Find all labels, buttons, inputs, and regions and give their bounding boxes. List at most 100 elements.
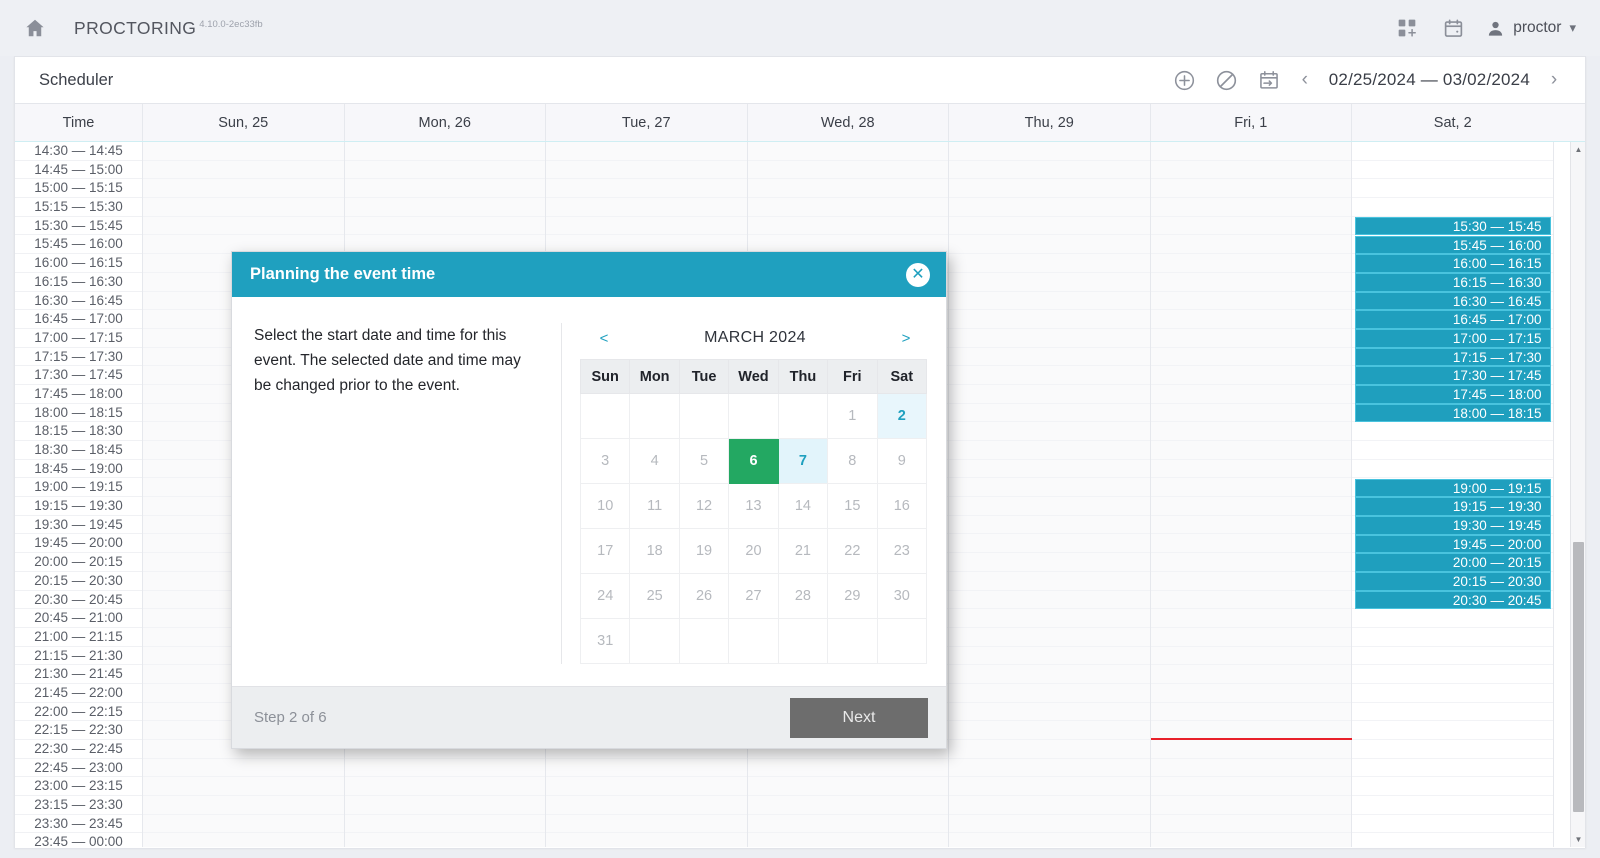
calendar-cell[interactable]: [949, 497, 1150, 516]
calendar-cell[interactable]: [1150, 516, 1351, 535]
calendar-cell[interactable]: [949, 628, 1150, 647]
calendar-cell[interactable]: [1352, 703, 1553, 722]
event-block[interactable]: 17:45 — 18:00: [1355, 385, 1551, 404]
date-cell-4[interactable]: 4: [629, 438, 680, 484]
date-cell-18[interactable]: 18: [629, 528, 680, 574]
calendar-cell[interactable]: [143, 815, 344, 834]
calendar-cell[interactable]: [949, 609, 1150, 628]
event-block[interactable]: 16:30 — 16:45: [1355, 291, 1551, 311]
date-cell-23[interactable]: 23: [876, 528, 928, 574]
date-cell-31[interactable]: 31: [579, 618, 631, 664]
calendar-cell[interactable]: [1352, 161, 1553, 180]
calendar-cell[interactable]: [1352, 721, 1553, 740]
calendar-cell[interactable]: [1150, 441, 1351, 460]
calendar-cell[interactable]: [747, 759, 948, 778]
calendar-cell[interactable]: [1150, 553, 1351, 572]
date-cell-1[interactable]: 1: [827, 393, 878, 439]
calendar-cell[interactable]: [949, 348, 1150, 367]
calendar-cell[interactable]: [1352, 628, 1553, 647]
add-grid-icon[interactable]: [1394, 15, 1420, 41]
calendar-cell[interactable]: [143, 777, 344, 797]
calendar-cell[interactable]: [1352, 759, 1553, 778]
calendar-cell[interactable]: [949, 366, 1150, 385]
calendar-cell[interactable]: [949, 161, 1150, 180]
date-cell-11[interactable]: 11: [629, 483, 680, 529]
date-cell-3[interactable]: 3: [579, 438, 631, 484]
calendar-cell[interactable]: [345, 833, 546, 847]
prev-month-button[interactable]: <: [580, 330, 628, 347]
calendar-cell[interactable]: [748, 833, 949, 847]
calendar-cell[interactable]: [1150, 703, 1351, 722]
calendar-cell[interactable]: [949, 815, 1150, 834]
date-cell-15[interactable]: 15: [827, 483, 878, 529]
date-cell-14[interactable]: 14: [777, 483, 829, 529]
calendar-cell[interactable]: [143, 161, 344, 180]
calendar-cell[interactable]: [1150, 348, 1351, 367]
calendar-cell[interactable]: [546, 161, 747, 180]
date-cell-10[interactable]: 10: [579, 483, 631, 529]
calendar-cell[interactable]: [546, 796, 747, 815]
event-block[interactable]: 15:45 — 16:00: [1355, 235, 1551, 255]
calendar-cell[interactable]: [546, 179, 747, 199]
calendar-cell[interactable]: [747, 796, 948, 815]
calendar-cell[interactable]: [949, 534, 1150, 554]
calendar-cell[interactable]: [949, 460, 1150, 479]
calendar-cell[interactable]: [1150, 740, 1351, 759]
calendar-cell[interactable]: [1150, 796, 1351, 815]
calendar-cell[interactable]: [949, 740, 1150, 759]
calendar-cell[interactable]: [1352, 441, 1553, 460]
calendar-cell[interactable]: [949, 385, 1150, 404]
calendar-icon[interactable]: [1440, 15, 1466, 41]
calendar-cell[interactable]: [143, 759, 344, 778]
event-block[interactable]: 18:00 — 18:15: [1355, 403, 1551, 423]
calendar-cell[interactable]: [747, 815, 948, 834]
calendar-cell[interactable]: [1150, 777, 1351, 797]
calendar-cell[interactable]: [949, 591, 1150, 610]
calendar-cell[interactable]: [1150, 684, 1351, 703]
calendar-cell[interactable]: [546, 777, 747, 797]
user-menu[interactable]: proctor ▾: [1486, 19, 1578, 38]
calendar-cell[interactable]: [949, 441, 1150, 460]
calendar-cell[interactable]: [1150, 292, 1351, 311]
calendar-cell[interactable]: [344, 198, 545, 217]
calendar-cell[interactable]: [344, 217, 545, 236]
date-cell-8[interactable]: 8: [827, 438, 878, 484]
date-cell-16[interactable]: 16: [876, 483, 928, 529]
next-month-button[interactable]: >: [882, 330, 930, 347]
date-cell-9[interactable]: 9: [876, 438, 928, 484]
calendar-cell[interactable]: [143, 142, 344, 161]
date-cell-24[interactable]: 24: [579, 573, 631, 619]
calendar-cell[interactable]: [546, 217, 747, 236]
calendar-cell[interactable]: [1352, 142, 1553, 161]
date-cell-29[interactable]: 29: [827, 573, 878, 619]
calendar-cell[interactable]: [1150, 478, 1351, 498]
event-block[interactable]: 20:15 — 20:30: [1355, 572, 1551, 591]
calendar-cell[interactable]: [546, 815, 747, 834]
calendar-cell[interactable]: [344, 815, 545, 834]
event-block[interactable]: 20:30 — 20:45: [1355, 590, 1551, 610]
calendar-cell[interactable]: [1150, 628, 1351, 647]
calendar-cell[interactable]: [143, 217, 344, 236]
calendar-cell[interactable]: [747, 777, 948, 797]
date-cell-13[interactable]: 13: [728, 483, 779, 529]
calendar-cell[interactable]: [949, 572, 1150, 591]
day-column-fri[interactable]: [1150, 142, 1352, 847]
date-cell-5[interactable]: 5: [678, 438, 730, 484]
event-block[interactable]: 17:00 — 17:15: [1355, 329, 1551, 348]
calendar-cell[interactable]: [1352, 198, 1553, 217]
event-block[interactable]: 19:00 — 19:15: [1355, 478, 1551, 498]
date-cell-2[interactable]: 2: [876, 393, 928, 439]
calendar-cell[interactable]: [344, 161, 545, 180]
calendar-cell[interactable]: [546, 759, 747, 778]
date-cell-28[interactable]: 28: [777, 573, 829, 619]
calendar-cell[interactable]: [949, 422, 1150, 441]
calendar-cell[interactable]: [949, 179, 1150, 199]
calendar-cell[interactable]: [1352, 179, 1553, 199]
calendar-cell[interactable]: [949, 647, 1150, 666]
event-block[interactable]: 17:30 — 17:45: [1355, 366, 1551, 386]
calendar-cell[interactable]: [344, 142, 545, 161]
calendar-cell[interactable]: [949, 684, 1150, 703]
calendar-cell[interactable]: [949, 796, 1150, 815]
calendar-cell[interactable]: [1150, 310, 1351, 329]
calendar-cell[interactable]: [1150, 422, 1351, 441]
